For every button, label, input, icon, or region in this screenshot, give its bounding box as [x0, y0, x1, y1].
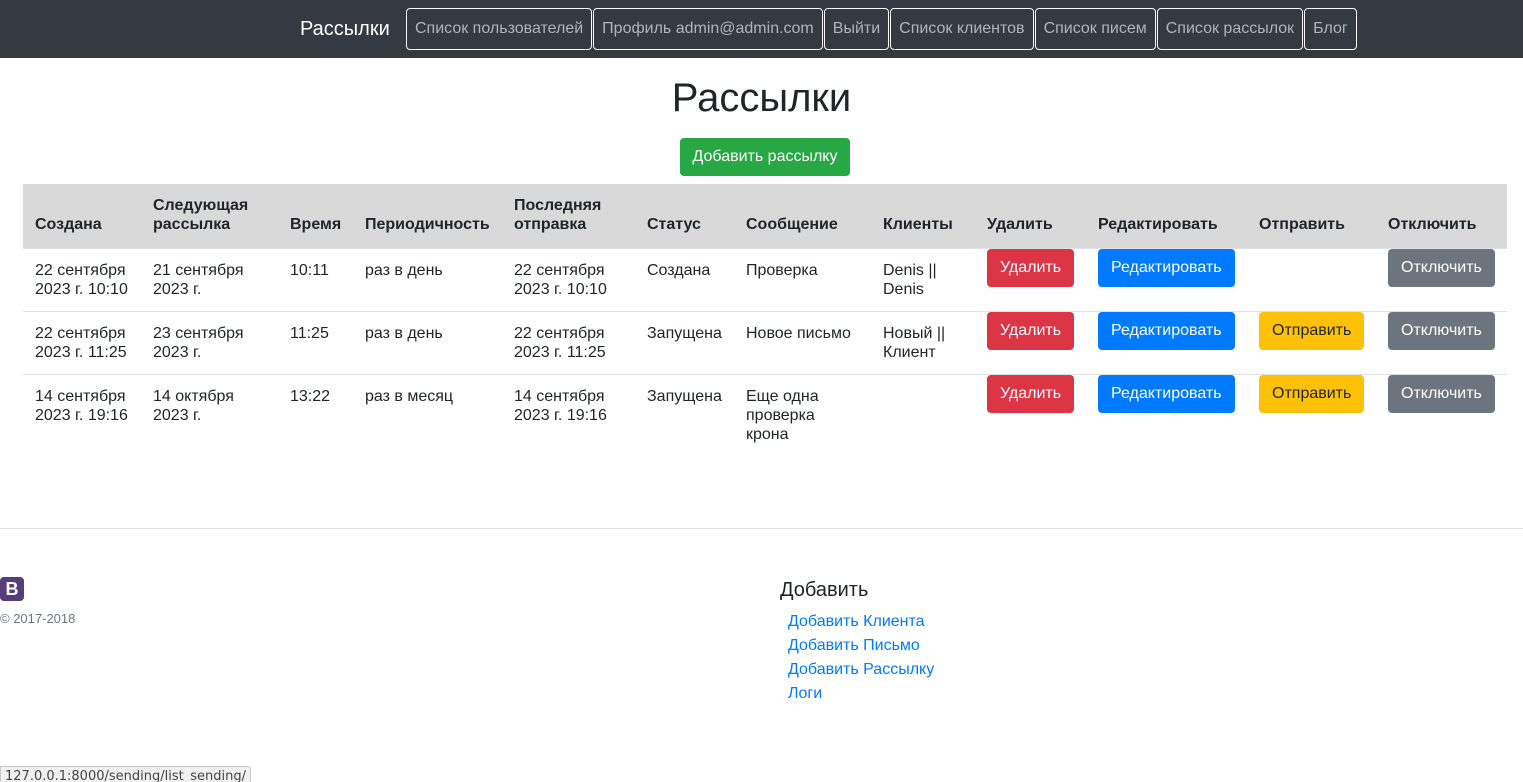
nav-profile[interactable]: Профиль admin@admin.com [593, 8, 823, 50]
copyright-text: © 2017-2018 [0, 611, 76, 626]
table-header-row: Создана Следующая рассылка Время Периоди… [23, 184, 1507, 248]
cell-message: Новое письмо [734, 310, 871, 374]
col-header-disable: Отключить [1388, 215, 1477, 233]
cell-clients: Denis || Denis [871, 247, 975, 311]
bootstrap-logo-icon: B [0, 577, 24, 601]
delete-button[interactable]: Удалить [987, 374, 1075, 413]
cell-message: Проверка [734, 247, 871, 311]
edit-button[interactable]: Редактировать [1098, 374, 1235, 413]
cell-last: 22 сентября 2023 г. 11:25 [502, 310, 635, 374]
cell-edit: Редактировать [1086, 247, 1247, 311]
cell-last: 14 сентября 2023 г. 19:16 [502, 373, 635, 450]
edit-button[interactable]: Редактировать [1098, 311, 1235, 350]
nav-clients-list[interactable]: Список клиентов [890, 8, 1034, 50]
col-header-status: Статус [647, 215, 701, 233]
col-header-last: Последняя отправка [514, 196, 602, 233]
col-header-clients: Клиенты [883, 215, 953, 233]
cell-clients [871, 373, 975, 450]
disable-button[interactable]: Отключить [1388, 374, 1495, 413]
cell-period: раз в месяц [353, 373, 502, 450]
add-client-link[interactable]: Добавить Клиента [788, 613, 925, 630]
nav-logout[interactable]: Выйти [823, 8, 890, 50]
footer-link-item: Добавить Рассылку [788, 659, 934, 683]
cell-next: 14 октября 2023 г. [141, 373, 278, 450]
disable-button[interactable]: Отключить [1388, 248, 1495, 287]
nav-users-list[interactable]: Список пользователей [406, 8, 593, 50]
add-sending-button[interactable]: Добавить рассылку [680, 138, 850, 176]
col-header-delete: Удалить [987, 215, 1053, 233]
add-letter-link[interactable]: Добавить Письмо [788, 637, 920, 654]
cell-time: 11:25 [278, 310, 353, 374]
cell-next: 23 сентября 2023 г. [141, 310, 278, 374]
add-sending-link[interactable]: Добавить Рассылку [788, 661, 934, 678]
nav-blog[interactable]: Блог [1304, 8, 1357, 50]
nav-letters-list[interactable]: Список писем [1034, 8, 1156, 50]
cell-time: 13:22 [278, 373, 353, 450]
col-header-created: Создана [35, 215, 102, 233]
logs-link[interactable]: Логи [788, 685, 822, 702]
cell-time: 10:11 [278, 247, 353, 311]
cell-next: 21 сентября 2023 г. [141, 247, 278, 311]
cell-created: 14 сентября 2023 г. 19:16 [23, 373, 141, 450]
sendings-table: Создана Следующая рассылка Время Периоди… [23, 184, 1507, 450]
cell-status: Запущена [635, 373, 734, 450]
cell-message: Еще одна проверка крона [734, 373, 871, 450]
cell-created: 22 сентября 2023 г. 10:10 [23, 247, 141, 311]
top-navbar: Рассылки Список пользователей Профиль ad… [0, 0, 1523, 58]
delete-button[interactable]: Удалить [987, 248, 1075, 287]
cell-disable: Отключить [1376, 310, 1507, 374]
col-header-message: Сообщение [746, 215, 838, 233]
cell-created: 22 сентября 2023 г. 11:25 [23, 310, 141, 374]
cell-period: раз в день [353, 310, 502, 374]
table-row: 22 сентября 2023 г. 10:10 21 сентября 20… [23, 247, 1507, 311]
cell-disable: Отключить [1376, 247, 1507, 311]
footer-links: Добавить Клиента Добавить Письмо Добавит… [788, 611, 934, 707]
table-row: 22 сентября 2023 г. 11:25 23 сентября 20… [23, 310, 1507, 374]
status-bar-url: 127.0.0.1:8000/sending/list_sending/ [0, 766, 251, 782]
cell-status: Запущена [635, 310, 734, 374]
cell-status: Создана [635, 247, 734, 311]
send-button[interactable]: Отправить [1259, 311, 1365, 350]
cell-delete: Удалить [975, 247, 1086, 311]
edit-button[interactable]: Редактировать [1098, 248, 1235, 287]
col-header-period: Периодичность [365, 215, 490, 233]
cell-disable: Отключить [1376, 373, 1507, 450]
footer-link-item: Добавить Письмо [788, 635, 934, 659]
navbar-brand[interactable]: Рассылки [300, 17, 390, 41]
cell-send: Отправить [1247, 373, 1376, 450]
footer-divider [0, 528, 1523, 529]
cell-send: Отправить [1247, 310, 1376, 374]
col-header-next: Следующая рассылка [153, 196, 249, 233]
cell-period: раз в день [353, 247, 502, 311]
cell-edit: Редактировать [1086, 373, 1247, 450]
col-header-edit: Редактировать [1098, 215, 1218, 233]
table-row: 14 сентября 2023 г. 19:16 14 октября 202… [23, 373, 1507, 450]
cell-send [1247, 247, 1376, 311]
cell-last: 22 сентября 2023 г. 10:10 [502, 247, 635, 311]
cell-delete: Удалить [975, 310, 1086, 374]
delete-button[interactable]: Удалить [987, 311, 1075, 350]
page-title: Рассылки [671, 76, 852, 120]
cell-delete: Удалить [975, 373, 1086, 450]
col-header-send: Отправить [1259, 215, 1345, 233]
send-button[interactable]: Отправить [1259, 374, 1365, 413]
disable-button[interactable]: Отключить [1388, 311, 1495, 350]
cell-clients: Новый || Клиент [871, 310, 975, 374]
footer-heading: Добавить [780, 579, 869, 601]
col-header-time: Время [290, 215, 342, 233]
footer-link-item: Логи [788, 683, 934, 707]
navbar-links: Список пользователей Профиль admin@admin… [406, 8, 1358, 50]
footer-link-item: Добавить Клиента [788, 611, 934, 635]
cell-edit: Редактировать [1086, 310, 1247, 374]
nav-sendings-list[interactable]: Список рассылок [1156, 8, 1304, 50]
